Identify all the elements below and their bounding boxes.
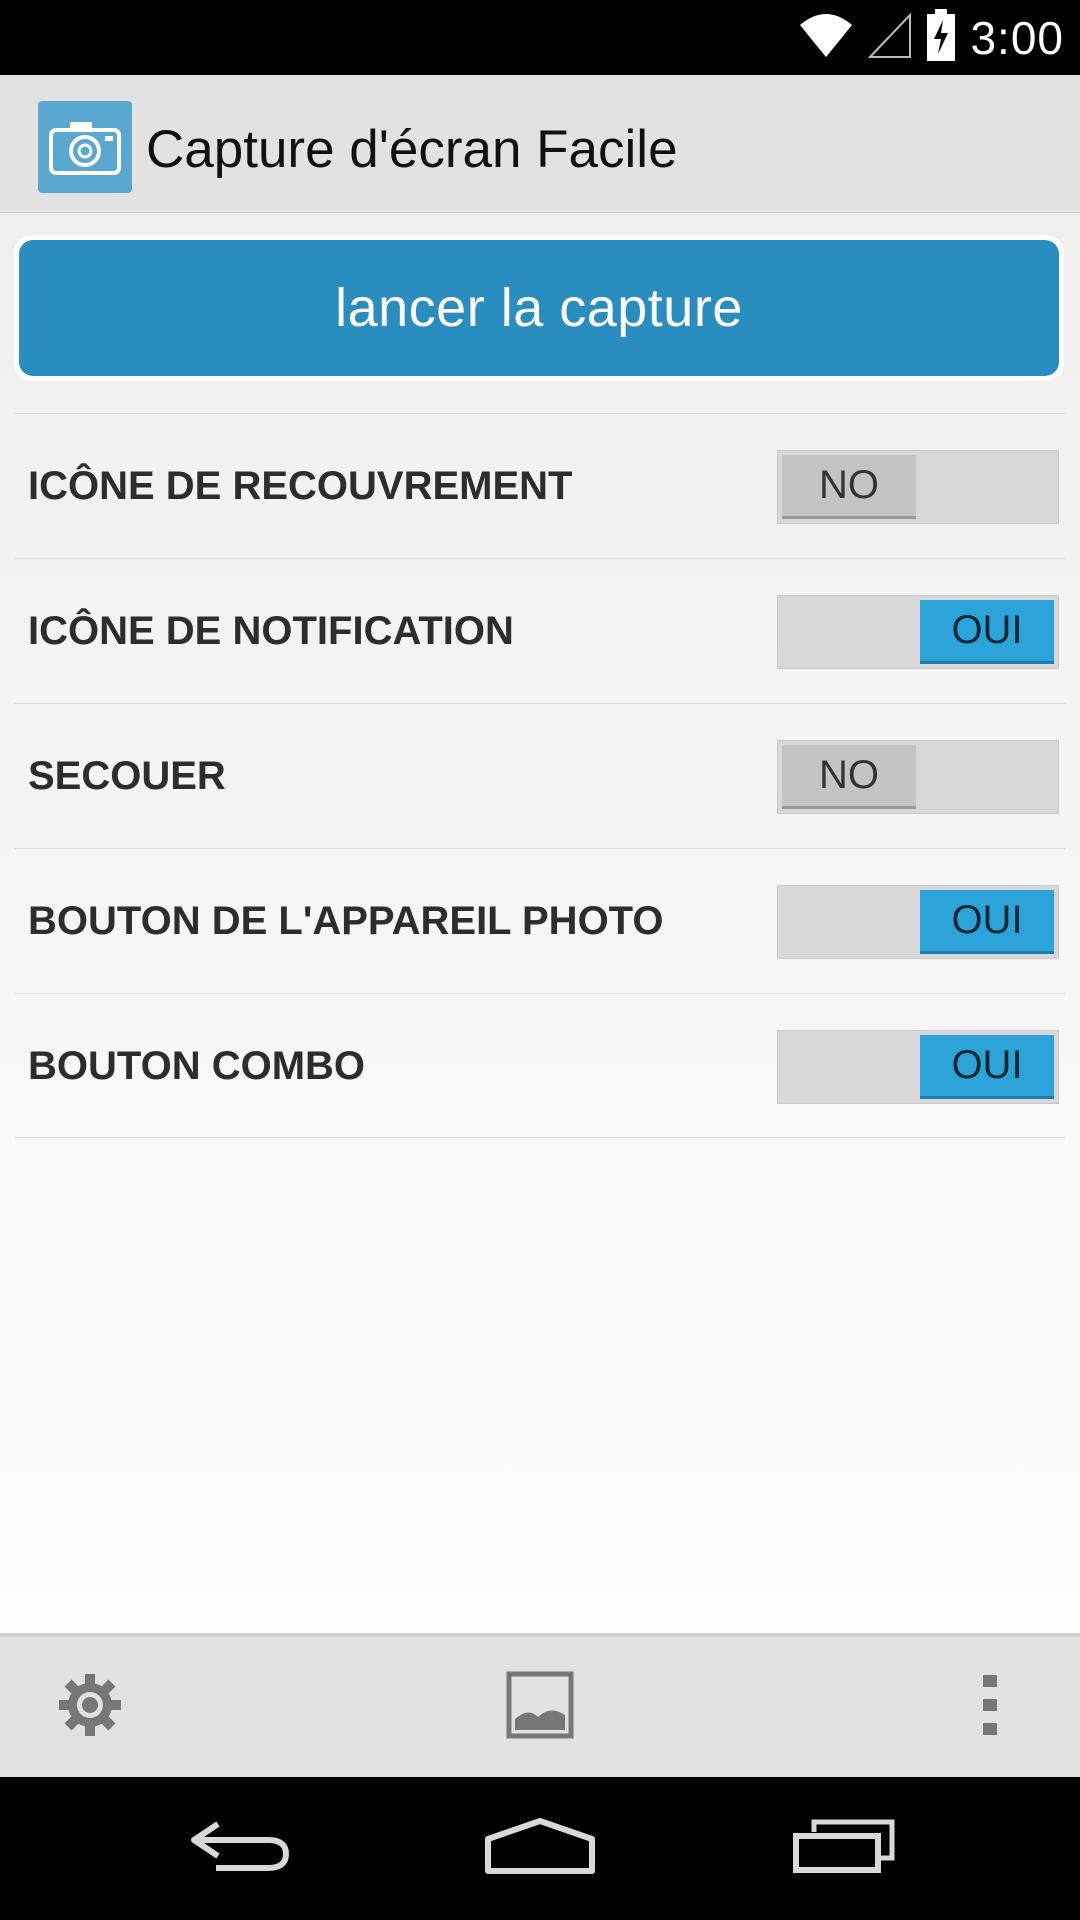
camera-icon[interactable] xyxy=(38,101,132,193)
main-content: lancer la capture ICÔNE DE RECOUVREMENT … xyxy=(0,213,1080,1633)
overflow-menu-icon xyxy=(980,1673,1000,1742)
status-bar: 3:00 xyxy=(0,0,1080,75)
app-title: Capture d'écran Facile xyxy=(146,120,678,179)
navigation-bar xyxy=(0,1777,1080,1920)
setting-label: ICÔNE DE RECOUVREMENT xyxy=(28,464,573,508)
setting-row-notification-icon: ICÔNE DE NOTIFICATION OUI xyxy=(15,558,1065,703)
toggle-thumb: NO xyxy=(782,455,916,519)
back-icon xyxy=(188,1818,292,1879)
gallery-icon xyxy=(506,1671,574,1744)
toggle-thumb: OUI xyxy=(920,600,1054,664)
gallery-button[interactable] xyxy=(470,1637,610,1777)
setting-row-shake: SECOUER NO xyxy=(15,703,1065,848)
launch-capture-container: lancer la capture xyxy=(14,235,1064,381)
settings-list: ICÔNE DE RECOUVREMENT NO ICÔNE DE NOTIFI… xyxy=(15,413,1065,1138)
battery-charging-icon xyxy=(926,8,956,67)
toggle-thumb: NO xyxy=(782,745,916,809)
setting-row-combo-button: BOUTON COMBO OUI xyxy=(15,993,1065,1138)
combo-button-toggle[interactable]: OUI xyxy=(777,1030,1059,1104)
setting-label: BOUTON DE L'APPAREIL PHOTO xyxy=(28,899,664,943)
back-button[interactable] xyxy=(150,1777,330,1920)
overflow-menu-button[interactable] xyxy=(920,1637,1060,1777)
setting-row-camera-button: BOUTON DE L'APPAREIL PHOTO OUI xyxy=(15,848,1065,993)
home-button[interactable] xyxy=(450,1777,630,1920)
setting-row-overlay-icon: ICÔNE DE RECOUVREMENT NO xyxy=(15,413,1065,558)
action-bar: Capture d'écran Facile xyxy=(0,75,1080,213)
setting-label: BOUTON COMBO xyxy=(28,1044,366,1088)
signal-icon xyxy=(868,11,912,64)
toggle-thumb: OUI xyxy=(920,1035,1054,1099)
camera-button-toggle[interactable]: OUI xyxy=(777,885,1059,959)
recents-icon xyxy=(792,1818,896,1879)
status-time: 3:00 xyxy=(970,11,1064,64)
launch-capture-button[interactable]: lancer la capture xyxy=(19,240,1059,376)
recents-button[interactable] xyxy=(754,1777,934,1920)
home-icon xyxy=(484,1817,596,1880)
bottom-action-bar xyxy=(0,1633,1080,1777)
toggle-thumb: OUI xyxy=(920,890,1054,954)
overlay-icon-toggle[interactable]: NO xyxy=(777,450,1059,524)
wifi-icon xyxy=(798,11,854,64)
notification-icon-toggle[interactable]: OUI xyxy=(777,595,1059,669)
shake-toggle[interactable]: NO xyxy=(777,740,1059,814)
gear-icon xyxy=(57,1672,123,1743)
settings-button[interactable] xyxy=(20,1637,160,1777)
setting-label: SECOUER xyxy=(28,754,226,798)
setting-label: ICÔNE DE NOTIFICATION xyxy=(28,609,514,653)
